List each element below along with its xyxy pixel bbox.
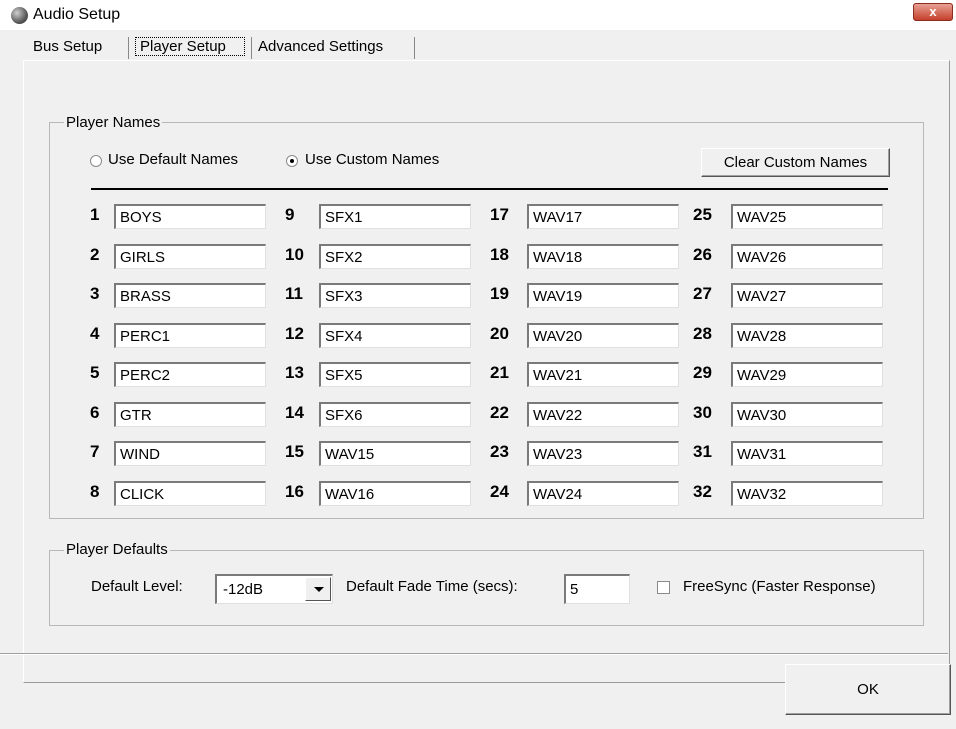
player-number: 15 xyxy=(285,442,304,461)
player-number: 26 xyxy=(693,245,712,264)
player-name-field-6[interactable] xyxy=(114,402,266,427)
player-name-field-15[interactable] xyxy=(319,441,471,466)
player-number: 25 xyxy=(693,205,712,224)
player-name-field-30[interactable] xyxy=(731,402,883,427)
player-name-field-13[interactable] xyxy=(319,362,471,387)
clear-custom-names-button[interactable]: Clear Custom Names xyxy=(701,148,890,177)
use-default-names-radio[interactable] xyxy=(90,155,102,167)
player-number: 13 xyxy=(285,363,304,382)
player-number: 30 xyxy=(693,403,712,422)
use-custom-names-radio[interactable] xyxy=(286,155,298,167)
player-name-field-3[interactable] xyxy=(114,283,266,308)
player-number: 29 xyxy=(693,363,712,382)
player-name-field-4[interactable] xyxy=(114,323,266,348)
player-name-field-25[interactable] xyxy=(731,204,883,229)
tab-label: Bus Setup xyxy=(33,38,103,55)
player-name-field-18[interactable] xyxy=(527,244,679,269)
player-name-field-29[interactable] xyxy=(731,362,883,387)
player-number: 23 xyxy=(490,442,509,461)
default-level-value: -12dB xyxy=(223,581,264,598)
player-name-field-14[interactable] xyxy=(319,402,471,427)
player-number: 14 xyxy=(285,403,304,422)
default-fade-time-label: Default Fade Time (secs): xyxy=(346,578,518,595)
player-number: 16 xyxy=(285,482,304,501)
player-number: 18 xyxy=(490,245,509,264)
player-number: 22 xyxy=(490,403,509,422)
player-defaults-group-label: Player Defaults xyxy=(64,541,170,558)
player-name-field-20[interactable] xyxy=(527,323,679,348)
player-number: 4 xyxy=(90,324,100,343)
player-number: 17 xyxy=(490,205,509,224)
default-level-label: Default Level: xyxy=(91,578,183,595)
player-number: 24 xyxy=(490,482,509,501)
player-name-field-28[interactable] xyxy=(731,323,883,348)
audio-setup-window: Audio Setup x Bus Setup Player Setup Adv… xyxy=(0,0,956,729)
ok-button[interactable]: OK xyxy=(785,664,951,715)
tab-advanced-settings[interactable]: Advanced Settings xyxy=(252,37,412,59)
footer-separator xyxy=(0,653,948,655)
player-number: 7 xyxy=(90,442,100,461)
player-name-field-11[interactable] xyxy=(319,283,471,308)
player-number: 32 xyxy=(693,482,712,501)
tab-player-setup[interactable]: Player Setup xyxy=(132,37,247,59)
player-name-field-24[interactable] xyxy=(527,481,679,506)
player-name-field-8[interactable] xyxy=(114,481,266,506)
player-number: 12 xyxy=(285,324,304,343)
tab-label: Player Setup xyxy=(140,38,226,55)
speaker-app-icon xyxy=(11,7,28,24)
freesync-checkbox[interactable] xyxy=(657,581,670,594)
title-bar[interactable]: Audio Setup x xyxy=(0,0,956,30)
player-name-field-17[interactable] xyxy=(527,204,679,229)
close-button[interactable]: x xyxy=(913,3,953,21)
player-name-field-21[interactable] xyxy=(527,362,679,387)
tab-separator xyxy=(414,37,415,59)
player-number: 21 xyxy=(490,363,509,382)
player-name-field-16[interactable] xyxy=(319,481,471,506)
player-number: 10 xyxy=(285,245,304,264)
player-number: 28 xyxy=(693,324,712,343)
default-fade-time-input[interactable] xyxy=(564,574,630,604)
default-level-select[interactable]: -12dB xyxy=(215,574,333,604)
player-name-field-2[interactable] xyxy=(114,244,266,269)
player-number: 2 xyxy=(90,245,100,264)
player-number: 5 xyxy=(90,363,100,382)
freesync-label[interactable]: FreeSync (Faster Response) xyxy=(683,578,876,595)
player-name-field-12[interactable] xyxy=(319,323,471,348)
player-name-field-9[interactable] xyxy=(319,204,471,229)
use-custom-names-label[interactable]: Use Custom Names xyxy=(305,151,439,168)
chevron-down-icon[interactable] xyxy=(305,577,331,601)
player-number: 19 xyxy=(490,284,509,303)
player-name-field-22[interactable] xyxy=(527,402,679,427)
tab-separator xyxy=(128,37,129,59)
player-name-field-23[interactable] xyxy=(527,441,679,466)
player-number: 11 xyxy=(285,284,303,303)
player-number: 6 xyxy=(90,403,100,422)
player-number: 9 xyxy=(285,205,295,224)
names-divider xyxy=(91,188,888,190)
player-name-field-10[interactable] xyxy=(319,244,471,269)
player-number: 8 xyxy=(90,482,100,501)
player-name-field-26[interactable] xyxy=(731,244,883,269)
player-name-field-5[interactable] xyxy=(114,362,266,387)
player-number: 1 xyxy=(90,205,100,224)
player-name-field-31[interactable] xyxy=(731,441,883,466)
window-title: Audio Setup xyxy=(33,6,121,23)
player-name-field-32[interactable] xyxy=(731,481,883,506)
use-default-names-label[interactable]: Use Default Names xyxy=(108,151,238,168)
tab-bus-setup[interactable]: Bus Setup xyxy=(33,37,125,59)
player-name-field-7[interactable] xyxy=(114,441,266,466)
player-name-field-19[interactable] xyxy=(527,283,679,308)
player-number: 31 xyxy=(693,442,712,461)
player-number: 20 xyxy=(490,324,509,343)
player-name-field-27[interactable] xyxy=(731,283,883,308)
tab-label: Advanced Settings xyxy=(258,38,384,55)
player-name-field-1[interactable] xyxy=(114,204,266,229)
player-names-group-label: Player Names xyxy=(64,114,163,131)
player-number: 3 xyxy=(90,284,100,303)
player-number: 27 xyxy=(693,284,712,303)
